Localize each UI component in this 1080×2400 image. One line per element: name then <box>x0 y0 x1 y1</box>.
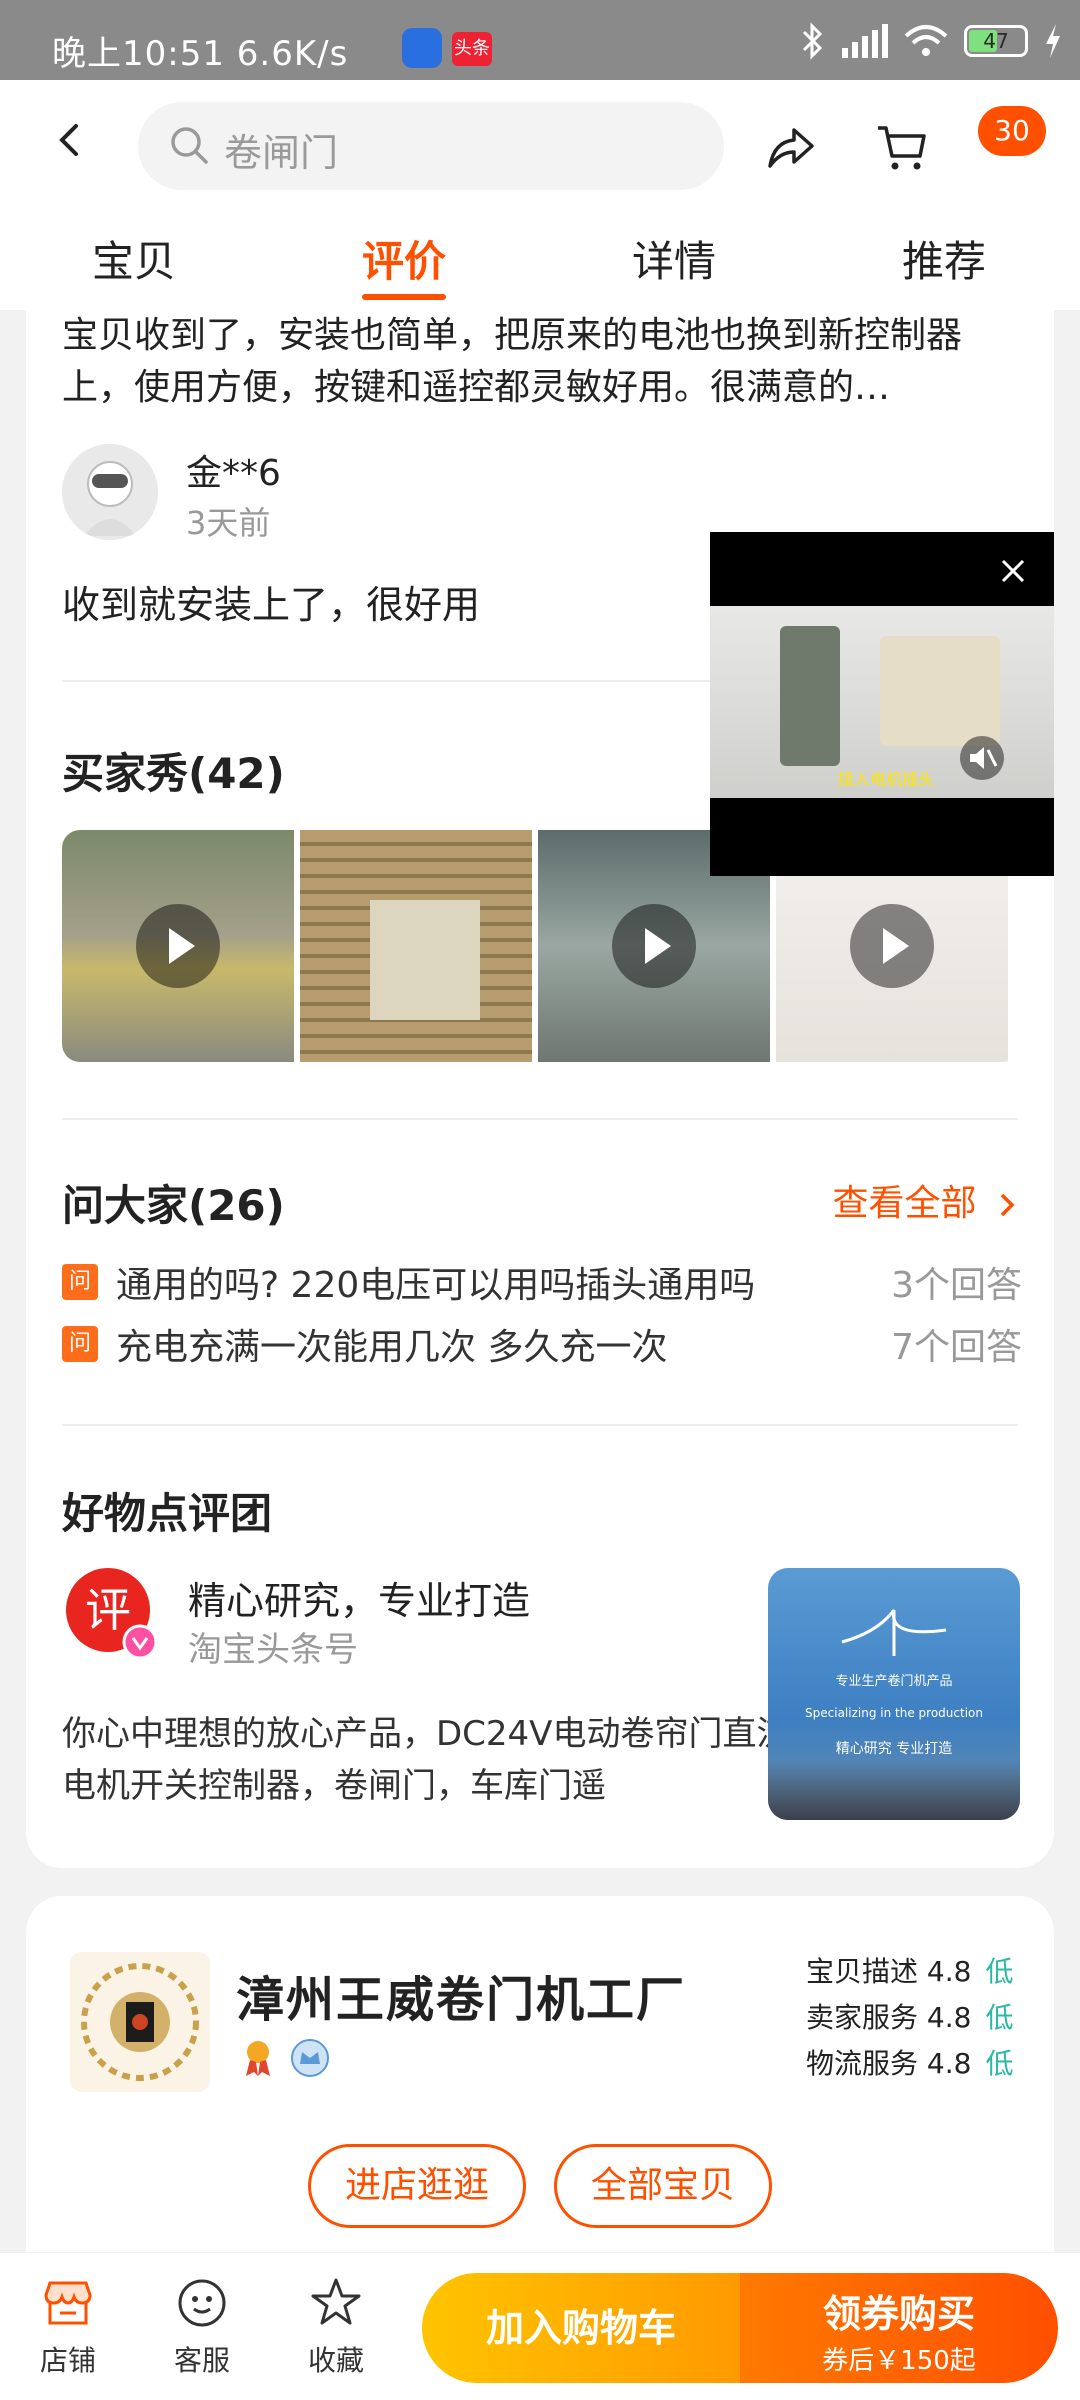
add-to-cart-button[interactable]: 加入购物车 <box>422 2273 740 2383</box>
qa-title[interactable]: 问大家(26) <box>62 1172 285 1233</box>
question-text: 充电充满一次能用几次 多久充一次 <box>116 1327 668 1368</box>
video-frame: 接入电机插头 <box>710 606 1054 798</box>
question-text: 通用的吗? 220电压可以用吗插头通用吗 <box>116 1265 756 1306</box>
qa-item[interactable]: 问 充电充满一次能用几次 多久充一次 7个回答 <box>62 1318 1022 1374</box>
service-label: 客服 <box>173 2344 230 2377</box>
shop-logo[interactable] <box>70 1952 210 2092</box>
back-arrow-icon[interactable] <box>52 122 88 158</box>
controller-box-shape <box>880 636 1000 746</box>
video-subtitle: 接入电机插头 <box>838 770 935 789</box>
chat-face-icon <box>178 2279 226 2327</box>
favorite-button[interactable]: 收藏 <box>296 2275 376 2379</box>
share-icon[interactable] <box>764 122 816 174</box>
wifi-icon <box>904 25 948 56</box>
review-team-logo-char: 评 <box>85 1583 131 1637</box>
review-team-image[interactable]: 专业生产卷门机产品 Specializing in the production… <box>768 1568 1020 1820</box>
review-date: 3天前 <box>186 504 271 542</box>
header: 卷闸门 30 宝贝 评价 详情 推荐 <box>0 80 1080 310</box>
status-icons: 47 <box>800 22 1062 60</box>
medal-icon <box>246 2041 270 2076</box>
play-icon <box>136 904 220 988</box>
tab-recommend[interactable]: 推荐 <box>902 228 986 289</box>
tab-item[interactable]: 宝贝 <box>92 228 176 289</box>
buyer-show-title[interactable]: 买家秀(42) <box>62 740 285 801</box>
search-icon <box>171 127 208 164</box>
store-icon <box>44 2281 92 2325</box>
search-input[interactable]: 卷闸门 <box>138 102 724 190</box>
close-icon[interactable] <box>998 556 1028 586</box>
floating-video-player[interactable]: 接入电机插头 <box>710 532 1054 876</box>
battery-icon: 47 <box>964 25 1028 57</box>
mute-icon[interactable] <box>960 736 1004 780</box>
review-team-desc[interactable]: 你心中理想的放心产品，DC24V电动卷帘门直流电机开关控制器，卷闸门，车库门遥 <box>62 1708 792 1812</box>
city-skyline <box>768 1760 1020 1820</box>
buyer-show-image-thumb[interactable] <box>300 830 532 1062</box>
shop-card: 漳州王威卷门机工厂 宝贝描述 4.8 低 卖家服务 4.8 低 物流服务 4.8 低 … <box>26 1896 1054 2256</box>
question-icon: 问 <box>62 1264 98 1300</box>
search-placeholder: 卷闸门 <box>224 131 339 175</box>
tab-active-indicator <box>362 294 447 300</box>
motor-shape <box>780 626 840 766</box>
review-username: 金**6 <box>186 453 281 494</box>
toutiao-notification-icon: 头条 <box>452 32 492 66</box>
buyer-show-video-thumb[interactable] <box>62 830 294 1062</box>
coupon-buy-button[interactable]: 领券购买 券后￥150起 <box>740 2273 1058 2383</box>
status-time: 晚上10:51 6.6K/s <box>52 34 349 74</box>
store-button[interactable]: 店铺 <box>28 2275 108 2379</box>
review-team-source: 淘宝头条号 <box>188 1630 358 1670</box>
see-all-link[interactable]: 查看全部 <box>833 1174 1018 1226</box>
bluetooth-icon <box>802 22 823 60</box>
play-icon <box>612 904 696 988</box>
avatar[interactable] <box>62 444 158 540</box>
answer-count: 3个回答 <box>891 1265 1022 1306</box>
review-team-logo[interactable]: 评 <box>62 1564 158 1660</box>
brand-logo-icon <box>841 1609 947 1656</box>
answer-count: 7个回答 <box>891 1327 1022 1368</box>
favorite-label: 收藏 <box>307 2344 364 2377</box>
shop-name[interactable]: 漳州王威卷门机工厂 <box>236 1960 686 2030</box>
charging-icon <box>1046 24 1060 58</box>
review-team-headline[interactable]: 精心研究，专业打造 <box>188 1570 530 1625</box>
tab-reviews[interactable]: 评价 <box>362 228 447 300</box>
enter-store-button[interactable]: 进店逛逛 <box>308 2144 526 2228</box>
store-label: 店铺 <box>39 2344 96 2377</box>
chevron-right-icon <box>1000 1193 1015 1217</box>
review-team-title: 好物点评团 <box>62 1489 273 1538</box>
bottom-action-bar: 店铺 客服 收藏 加入购物车 领券购买 券后￥150起 <box>0 2252 1080 2400</box>
buy-label: 领券购买 <box>822 2292 975 2336</box>
play-icon <box>850 904 934 988</box>
crown-icon <box>291 2039 329 2077</box>
controller-box-shape <box>370 900 480 1020</box>
app-notification-icon <box>402 28 442 68</box>
review-text[interactable]: 收到就安装上了，很好用 <box>62 574 480 629</box>
status-bar: 晚上10:51 6.6K/s 头条 47 <box>0 0 1080 80</box>
buy-price: 券后￥150起 <box>822 2346 976 2376</box>
star-icon <box>311 2278 361 2325</box>
divider <box>62 1118 1018 1120</box>
shop-rating: 宝贝描述 4.8 低 <box>806 1955 1014 1988</box>
signal-icon <box>842 24 888 58</box>
shop-rating: 卖家服务 4.8 低 <box>806 2001 1014 2034</box>
review-text[interactable]: 宝贝收到了，安装也简单，把原来的电池也换到新控制器上，使用方便，按键和遥控都灵敏… <box>62 310 1022 414</box>
customer-service-button[interactable]: 客服 <box>162 2275 242 2379</box>
shop-rating: 物流服务 4.8 低 <box>806 2047 1014 2080</box>
tab-bar: 宝贝 评价 详情 推荐 <box>0 228 1080 308</box>
qa-item[interactable]: 问 通用的吗? 220电压可以用吗插头通用吗 3个回答 <box>62 1256 1022 1312</box>
divider <box>62 1424 1018 1426</box>
question-icon: 问 <box>62 1326 98 1362</box>
tab-details[interactable]: 详情 <box>632 228 716 289</box>
all-items-button[interactable]: 全部宝贝 <box>554 2144 772 2228</box>
cart-icon[interactable] <box>874 120 928 174</box>
cart-count-badge[interactable]: 30 <box>978 106 1046 156</box>
